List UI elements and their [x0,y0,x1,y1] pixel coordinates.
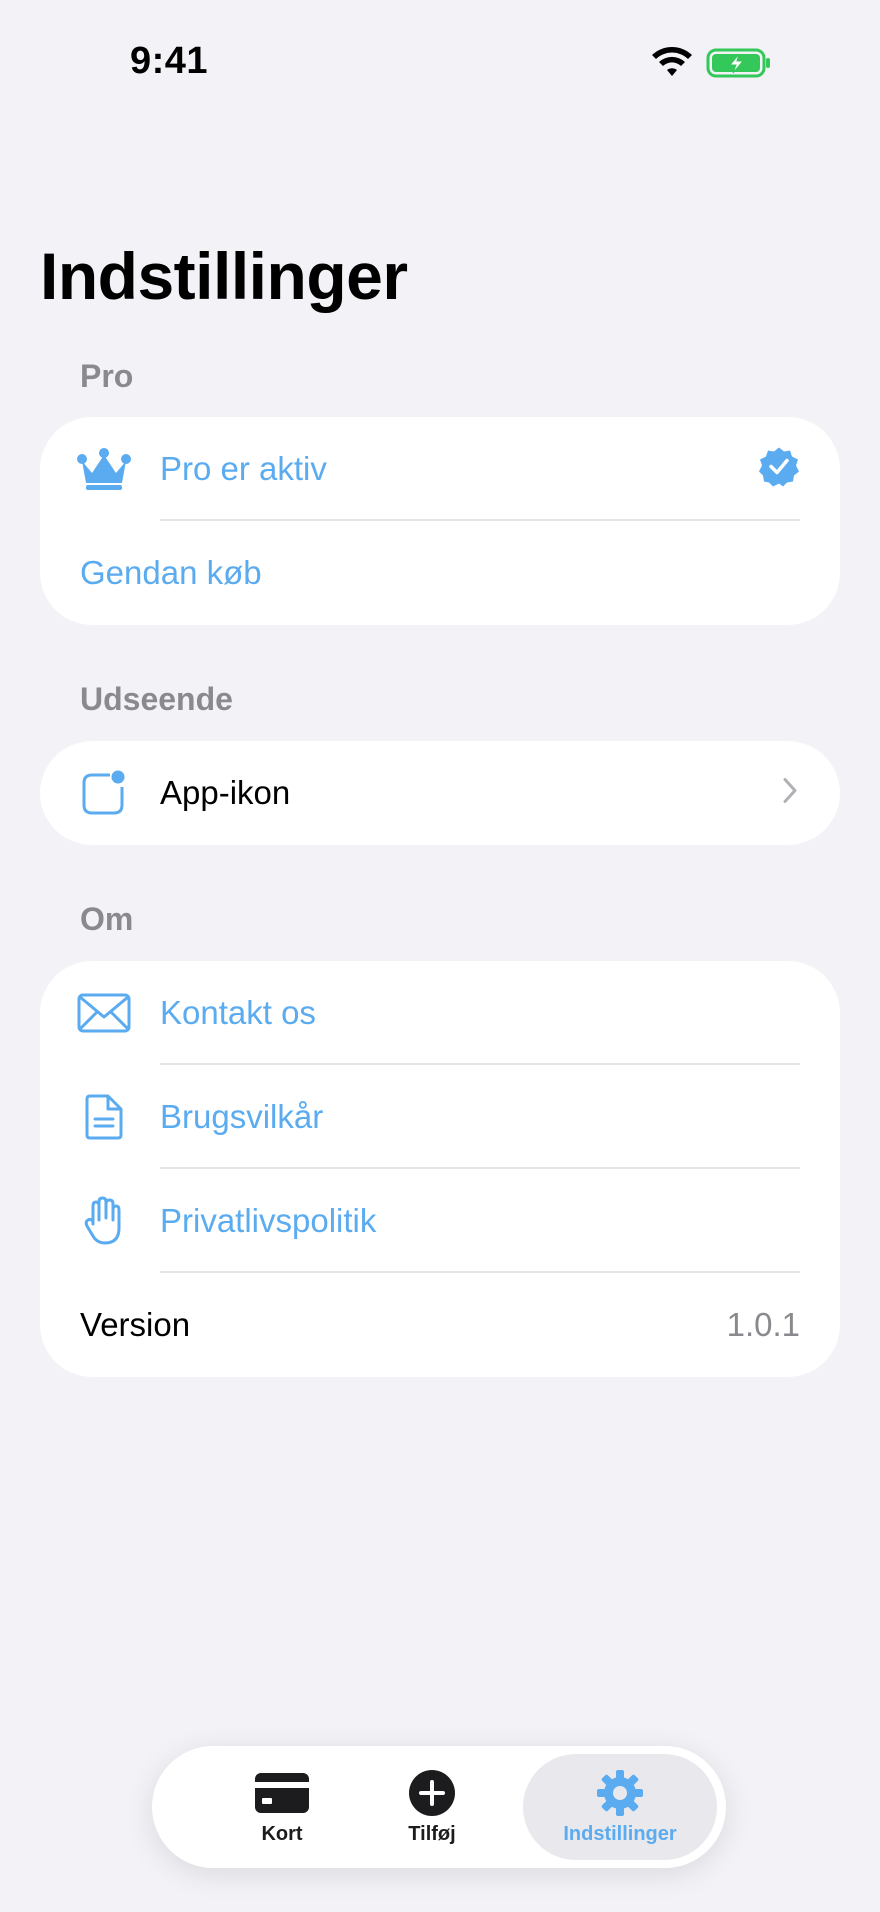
crown-icon [76,441,132,497]
row-pro-active[interactable]: Pro er aktiv [40,417,840,521]
privacy-label: Privatlivspolitik [160,1202,377,1239]
status-bar: 9:41 [0,0,880,130]
plus-circle-icon [404,1769,460,1817]
tab-label: Indstillinger [563,1822,677,1845]
section-header-pro: Pro [80,358,134,394]
document-icon [76,1089,132,1145]
pro-card: Pro er aktiv Gendan køb [40,417,840,625]
hand-raised-icon [76,1193,132,1249]
chevron-right-icon [780,776,800,811]
row-privacy[interactable]: Privatlivspolitik [40,1169,840,1273]
page-title: Indstillinger [40,239,408,313]
credit-card-icon [254,1769,310,1817]
version-value: 1.0.1 [726,1306,800,1343]
battery-charging-icon [706,48,770,78]
section-header-about: Om [80,901,134,937]
app-icon-label: App-ikon [160,774,291,811]
about-card: Kontakt os Brugsvilkår Privatlivspolitik… [40,961,840,1377]
row-version: Version 1.0.1 [40,1273,840,1377]
tab-bar: Kort Tilføj Indstillinger [152,1746,726,1868]
tab-settings[interactable]: Indstillinger [523,1754,717,1860]
row-restore-purchase[interactable]: Gendan køb [40,521,840,625]
envelope-icon [76,985,132,1041]
appearance-card: App-ikon [40,741,840,845]
tab-label: Tilføj [408,1822,456,1845]
terms-label: Brugsvilkår [160,1098,324,1135]
row-terms[interactable]: Brugsvilkår [40,1065,840,1169]
section-header-appearance: Udseende [80,681,233,717]
app-badge-icon [76,765,132,821]
restore-purchase-label: Gendan køb [80,554,262,591]
tab-cards[interactable]: Kort [192,1754,372,1860]
row-contact[interactable]: Kontakt os [40,961,840,1065]
tab-label: Kort [261,1822,303,1845]
contact-label: Kontakt os [160,994,316,1031]
verified-badge-icon [758,446,800,493]
tab-add[interactable]: Tilføj [370,1754,494,1860]
status-time: 9:41 [130,40,209,82]
pro-active-label: Pro er aktiv [160,450,327,487]
version-label: Version [80,1306,191,1343]
wifi-icon [652,47,692,76]
gear-icon [592,1769,648,1817]
row-app-icon[interactable]: App-ikon [40,741,840,845]
